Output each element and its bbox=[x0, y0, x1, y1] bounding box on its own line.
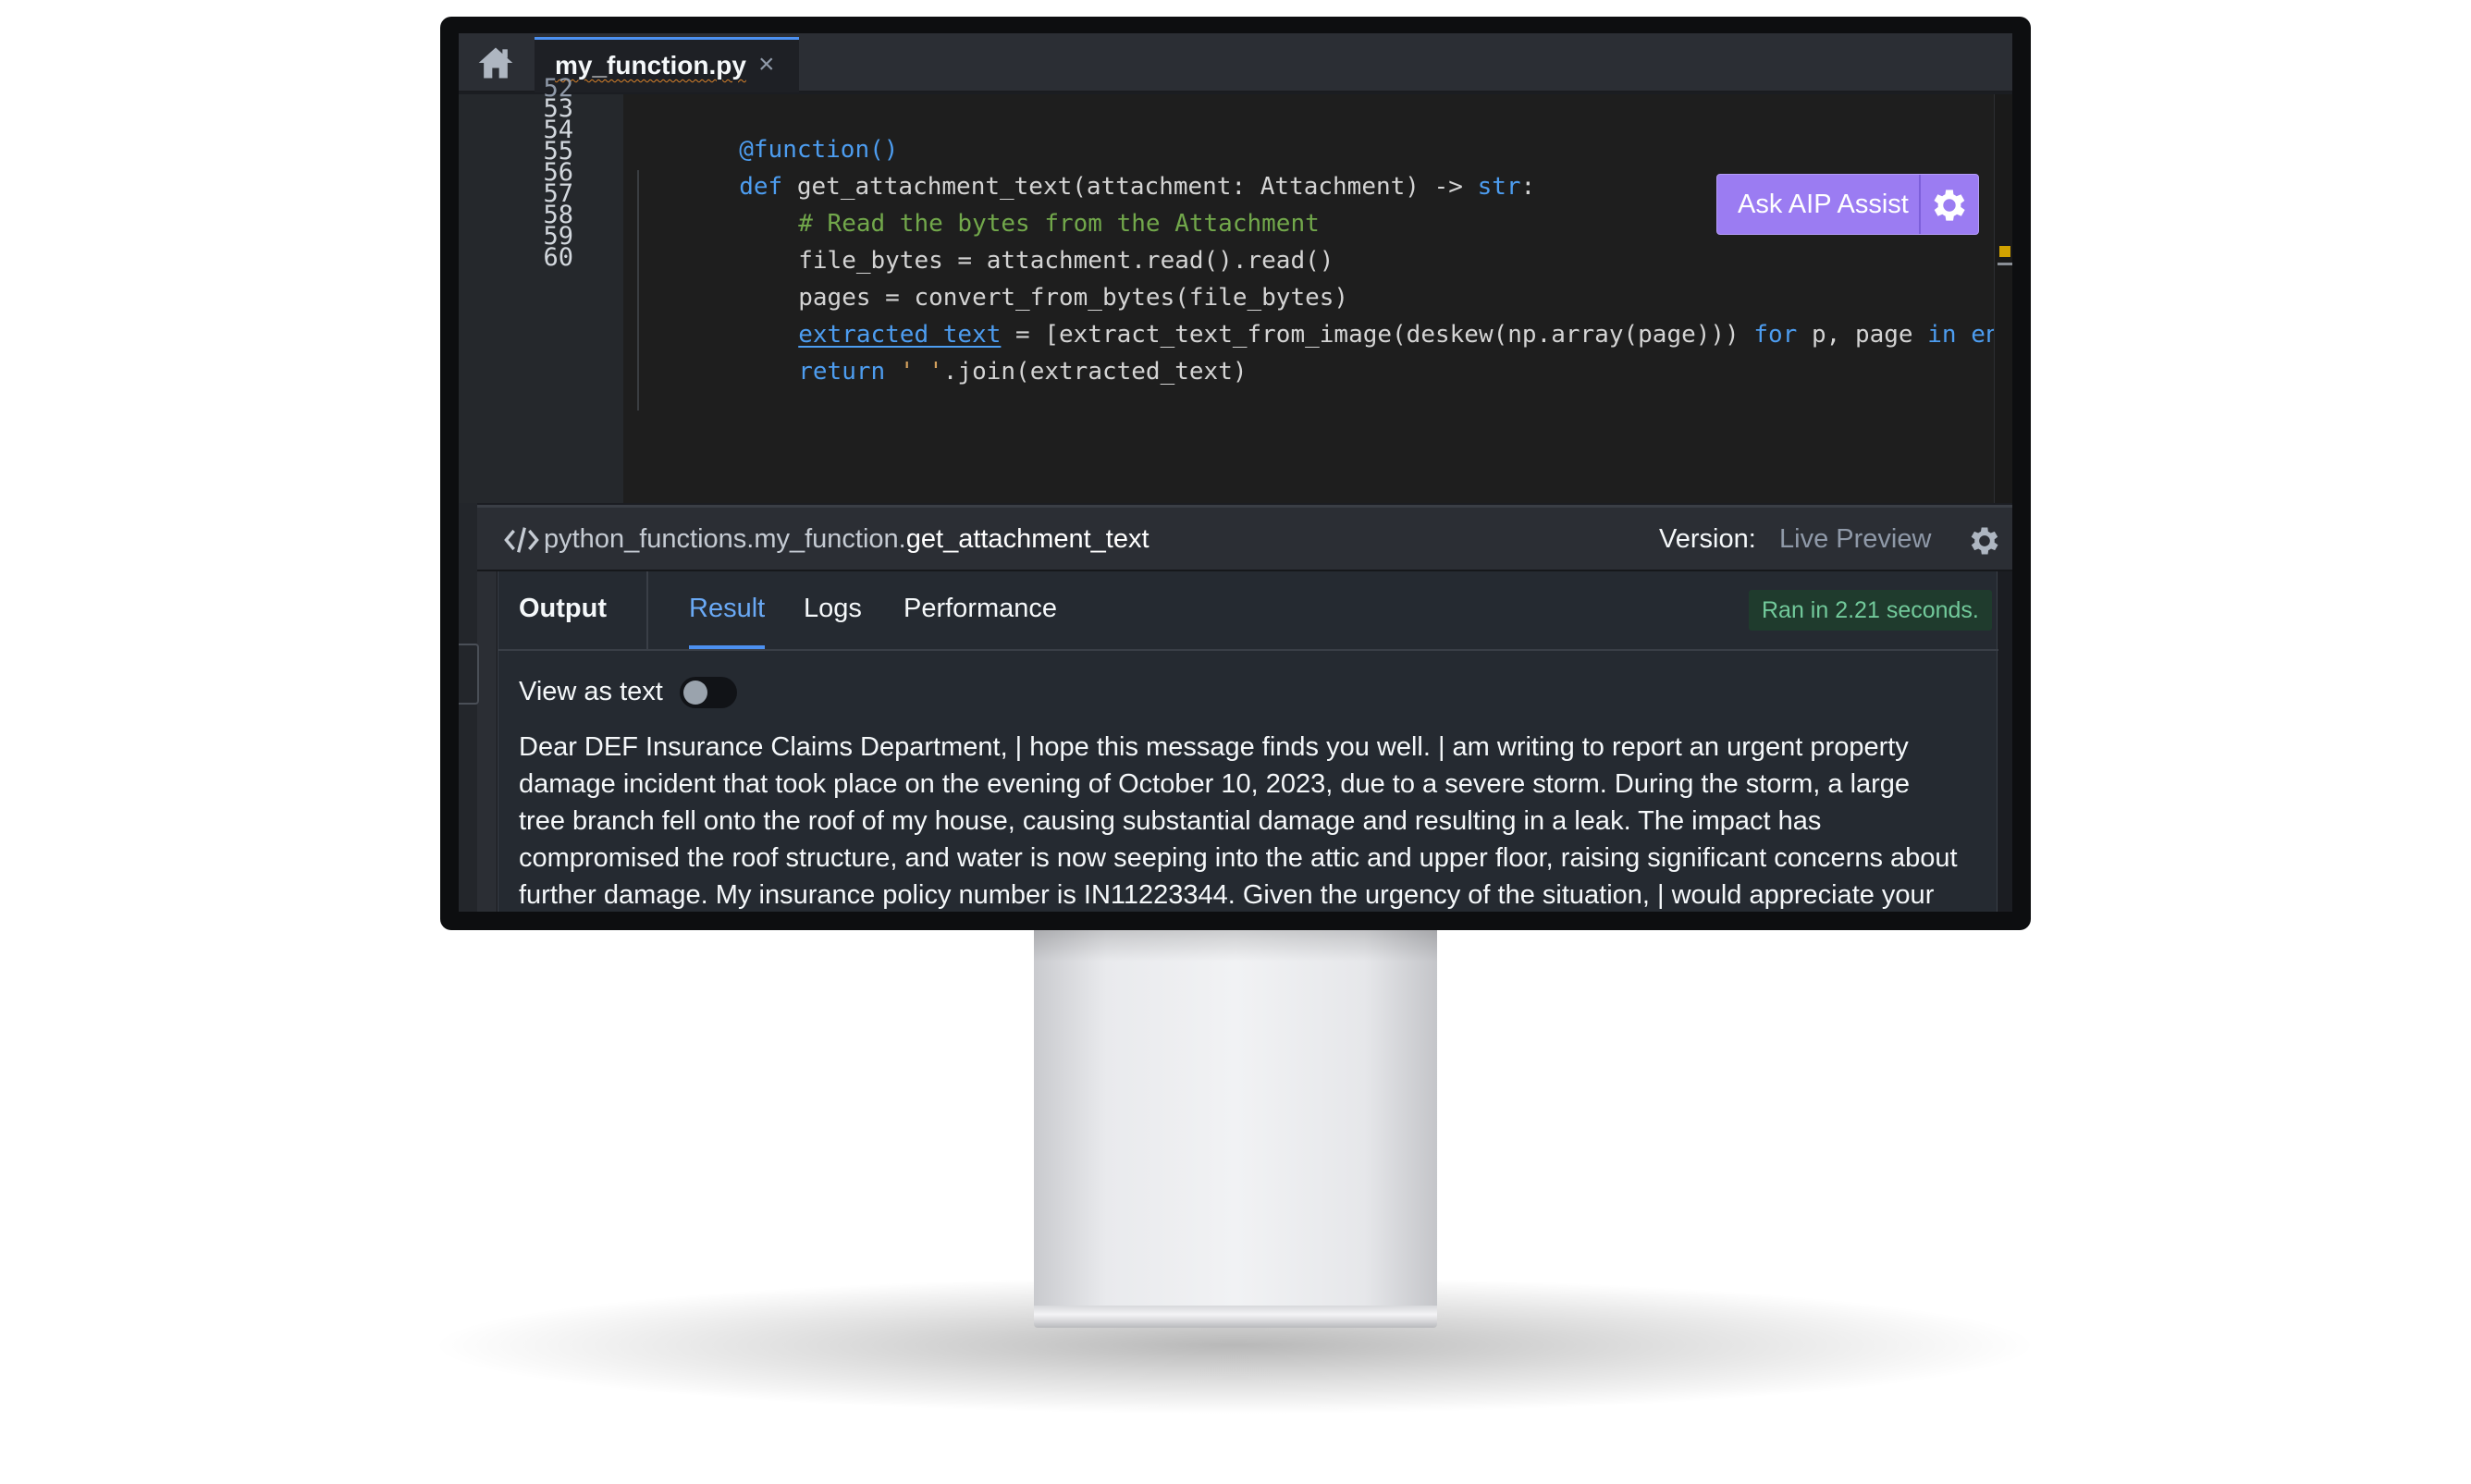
view-as-text-toggle[interactable] bbox=[680, 677, 737, 708]
view-as-text-label: View as text bbox=[519, 677, 663, 706]
version-select[interactable]: Live Preview bbox=[1779, 524, 1931, 555]
scrollbar-position bbox=[1998, 263, 2012, 265]
preview-settings-button[interactable] bbox=[1966, 522, 2003, 559]
side-panel-edge bbox=[459, 503, 477, 912]
tab-performance[interactable]: Performance bbox=[904, 594, 1057, 624]
code-line-55: # Read the bytes from the Attachment bbox=[798, 210, 1320, 238]
panel-resize-handle[interactable] bbox=[459, 644, 479, 705]
tab-logs[interactable]: Logs bbox=[804, 594, 862, 624]
code-line-58: extracted_text = [extract_text_from_imag… bbox=[798, 321, 1994, 349]
monitor-stand-base bbox=[1034, 1306, 1437, 1328]
code-line-57: pages = convert_from_bytes(file_bytes) bbox=[798, 284, 1349, 312]
function-preview-header: python_functions.my_function.get_attachm… bbox=[477, 505, 2012, 571]
code-line-54: def get_attachment_text(attachment: Atta… bbox=[739, 173, 1536, 201]
code-line-53: @function() bbox=[739, 136, 899, 164]
code-editor[interactable]: 52 53 54 55 56 57 58 59 60 @function() d… bbox=[459, 74, 2012, 503]
function-path: python_functions.my_function.get_attachm… bbox=[544, 524, 1149, 554]
code-line-59: return ' '.join(extracted_text) bbox=[798, 358, 1248, 386]
code-line-56: file_bytes = attachment.read().read() bbox=[798, 247, 1334, 275]
tab-my-function[interactable]: my_function.py × bbox=[535, 37, 799, 92]
output-panel: Output Result Logs Performance Ran in 2.… bbox=[498, 571, 1998, 912]
aip-settings-button[interactable] bbox=[1928, 184, 1971, 227]
gear-icon bbox=[1971, 527, 1998, 555]
code-icon bbox=[504, 527, 539, 553]
home-icon bbox=[478, 47, 513, 79]
output-label: Output bbox=[519, 594, 608, 623]
ask-aip-assist-label: Ask AIP Assist bbox=[1738, 190, 1909, 219]
code-area[interactable]: @function() def get_attachment_text(atta… bbox=[623, 94, 1994, 503]
button-divider bbox=[1919, 175, 1921, 234]
editor-tab-bar: my_function.py × bbox=[459, 33, 2012, 92]
scrollbar-marker bbox=[1999, 246, 2010, 257]
tab-label: my_function.py bbox=[555, 51, 746, 80]
result-text: Dear DEF Insurance Claims Department, | … bbox=[519, 732, 1958, 910]
monitor-screen: my_function.py × 52 53 54 55 56 57 58 59… bbox=[459, 33, 2012, 912]
output-tab-bar: Output Result Logs Performance Ran in 2.… bbox=[498, 571, 1998, 651]
line-number-gutter: 52 53 54 55 56 57 58 59 60 bbox=[459, 74, 623, 503]
gear-icon bbox=[1934, 190, 1965, 221]
active-tab-indicator bbox=[689, 645, 765, 649]
toggle-knob bbox=[683, 681, 707, 705]
divider bbox=[646, 571, 648, 651]
close-icon[interactable]: × bbox=[758, 49, 775, 80]
line-number: 60 bbox=[543, 243, 573, 272]
version-label: Version: bbox=[1659, 524, 1756, 554]
editor-scrollbar[interactable] bbox=[1994, 94, 2012, 503]
run-time-badge: Ran in 2.21 seconds. bbox=[1749, 590, 1992, 631]
home-button[interactable] bbox=[475, 43, 516, 83]
side-panel-edge bbox=[477, 571, 498, 912]
monitor-stand bbox=[1034, 925, 1437, 1306]
ask-aip-assist-button[interactable]: Ask AIP Assist bbox=[1716, 174, 1979, 235]
tab-result[interactable]: Result bbox=[689, 594, 765, 624]
